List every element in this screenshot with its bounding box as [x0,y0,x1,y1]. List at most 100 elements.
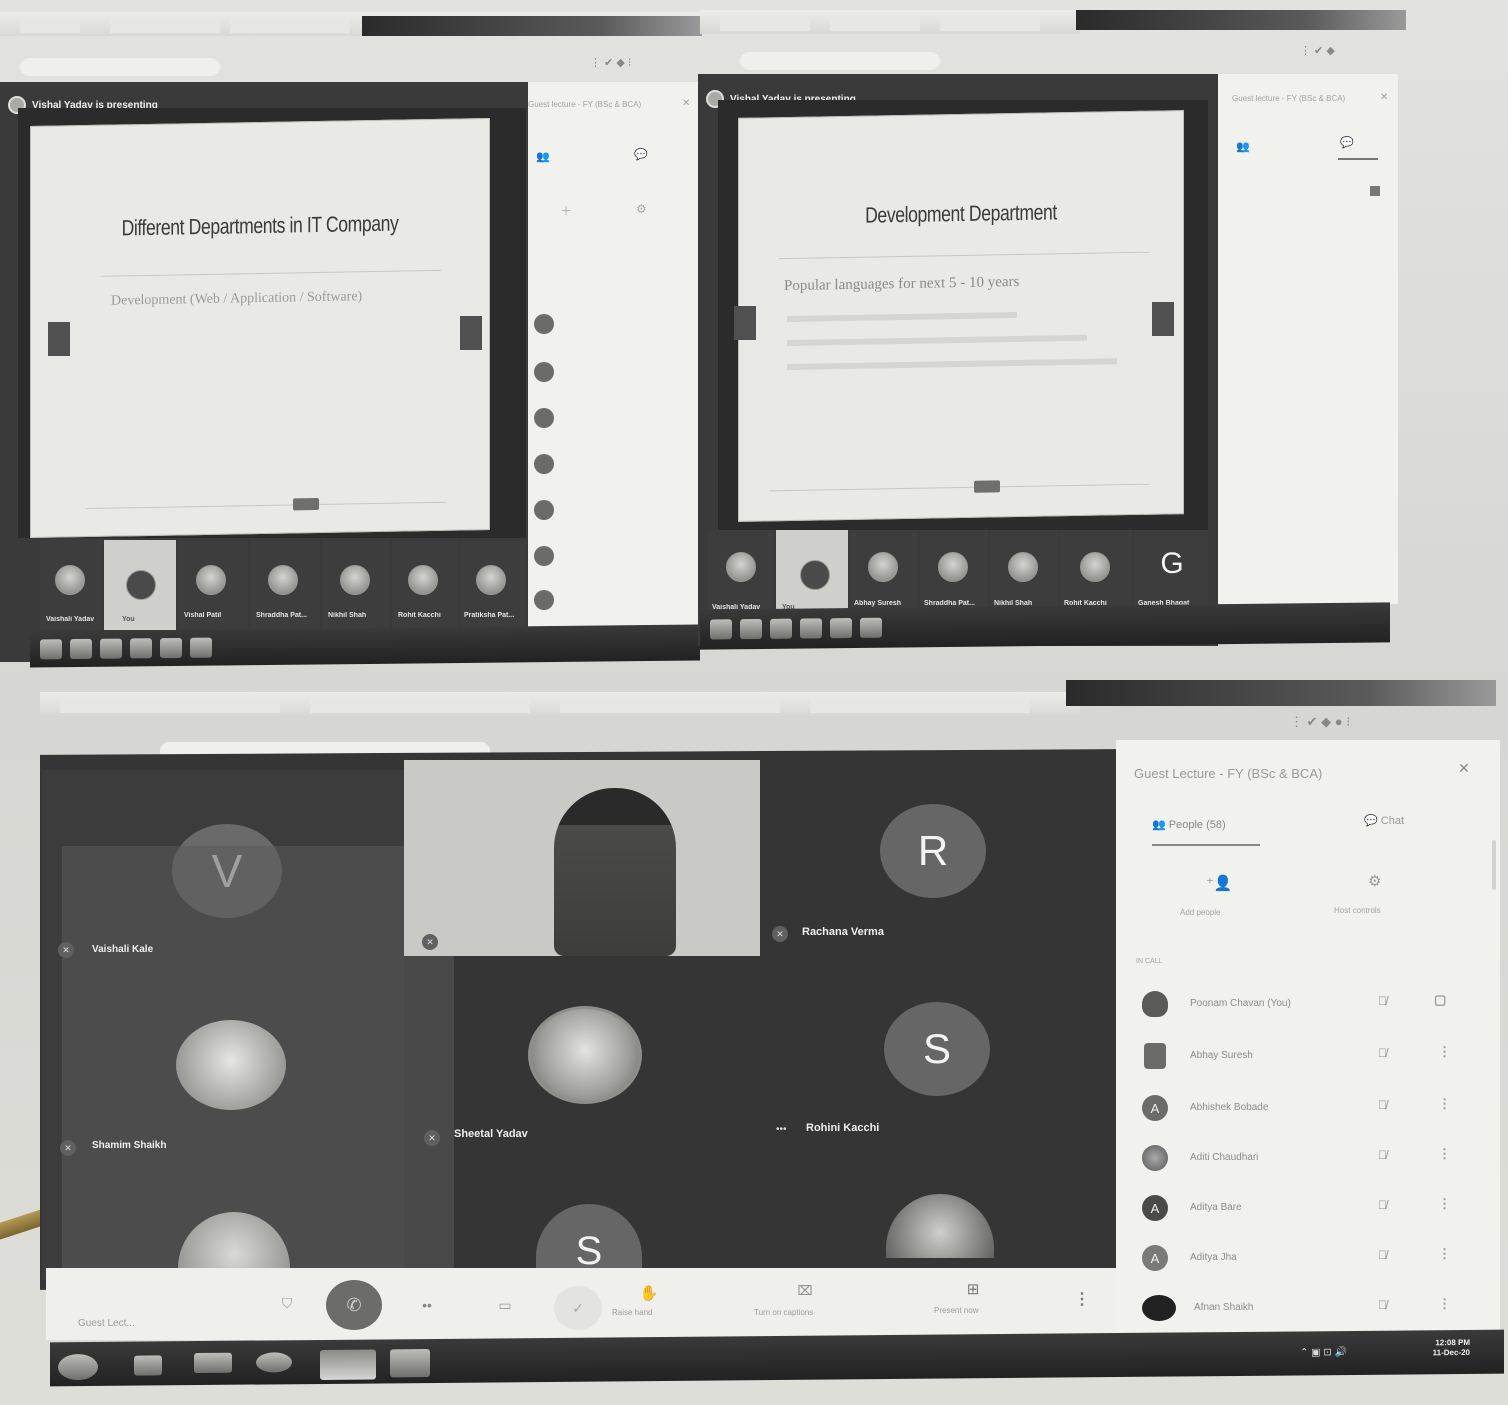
raise-hand-icon[interactable]: ✋ [636,1280,662,1306]
more-options-icon[interactable]: ⋮ [1438,1096,1451,1112]
browser-tab[interactable] [720,15,810,31]
chat-tab-icon[interactable]: 💬 [1340,136,1354,149]
task-view-icon[interactable] [134,1355,162,1376]
self-tile[interactable]: You [776,530,848,620]
more-options-icon[interactable]: ⋮ [1438,1044,1451,1060]
participant-tile[interactable]: Vaishali Yadav [708,530,774,620]
browser-tab[interactable] [940,15,1040,31]
chrome-icon[interactable] [160,637,182,659]
browser-tab[interactable] [810,697,1030,713]
speaker-video[interactable]: ✕ [404,760,760,956]
more-options-icon[interactable]: ⋮ [1438,1146,1451,1162]
host-controls-icon[interactable]: ⚙ [1368,872,1381,890]
chrome-icon[interactable] [320,1349,376,1380]
self-tile[interactable]: You [104,540,176,630]
browser-tab[interactable] [110,17,220,33]
clock[interactable]: 12:08 PM 11-Dec-20 [1410,1338,1470,1359]
active-tab[interactable] [362,16,702,36]
more-options-icon[interactable]: ⋮ [1438,1196,1451,1212]
host-controls-icon[interactable]: ⚙ [636,202,647,216]
edge-icon[interactable] [256,1352,292,1373]
more-options-icon[interactable]: ••• [776,1124,787,1135]
browser-tab[interactable] [60,697,280,713]
participant-tile[interactable]: Pratiksha Pat... [460,540,526,630]
present-icon[interactable]: ⊞ [960,1276,986,1302]
mic-off-icon[interactable]: 🎙̸ [1378,994,1387,1008]
prev-slide-button[interactable] [734,306,756,340]
more-options-icon[interactable]: ⋮ [1072,1286,1092,1312]
slide-control-button[interactable] [974,480,1000,493]
taskbar-app-icon[interactable] [390,1349,430,1378]
more-options-icon[interactable]: ⋮ [1438,1296,1451,1312]
chrome-icon[interactable] [830,618,852,639]
taskbar-app-icon[interactable] [770,618,792,639]
close-icon[interactable]: ✕ [682,98,690,109]
mic-off-icon[interactable]: 🎙̸ [1378,1148,1387,1162]
pin-icon[interactable]: ▢ [1434,992,1446,1008]
start-button-icon[interactable] [58,1353,98,1381]
next-slide-button[interactable] [1152,302,1174,336]
present-label[interactable]: Present now [934,1306,978,1315]
close-icon[interactable]: ✕ [1380,92,1388,103]
browser-actions-icon[interactable]: ⋮ ✔ ◆ ⁝ [590,56,631,69]
people-tab[interactable]: 👥 People (58) [1152,818,1226,831]
slide-control-button[interactable] [293,497,319,511]
participant-row[interactable]: A Aditya Bare 🎙̸ ⋮ [1116,1190,1500,1230]
participant-row[interactable]: A Aditya Jha 🎙̸ ⋮ [1116,1240,1500,1280]
prev-slide-button[interactable] [48,322,70,356]
mic-off-icon[interactable]: 🎙̸ [1378,1198,1387,1212]
people-tab-icon[interactable]: 👥 [536,150,550,163]
participant-tile[interactable]: Shraddha Pat... [250,540,320,630]
active-tab[interactable] [1076,10,1406,30]
meeting-code[interactable]: Guest Lect... [78,1318,135,1329]
taskbar-app-icon[interactable] [100,638,122,659]
browser-tab[interactable] [830,15,920,31]
taskbar-app-icon[interactable] [190,637,212,658]
close-icon[interactable]: ✕ [1458,760,1470,777]
start-button-icon[interactable] [40,639,62,660]
participant-row[interactable]: Poonam Chavan (You) 🎙̸ ▢ [1116,986,1500,1026]
mic-off-icon[interactable]: 🎙̸ [1378,1298,1387,1312]
toggle-icon[interactable] [1370,186,1380,196]
participant-tile[interactable]: Rohit Kacchi [392,540,458,630]
taskbar-app-icon[interactable] [860,617,882,638]
raise-hand-label[interactable]: Raise hand [612,1308,652,1317]
address-bar[interactable] [740,52,940,70]
browser-tab[interactable] [560,697,780,713]
people-tab-icon[interactable]: 👥 [1236,140,1250,153]
participant-tile[interactable]: Nikhil Shah [322,540,390,630]
participant-tile[interactable]: Vishal Patil [178,540,248,630]
mic-off-icon[interactable]: 🎙̸ [1378,1046,1387,1060]
edge-icon[interactable] [130,638,152,659]
scrollbar[interactable] [1492,840,1496,890]
file-explorer-icon[interactable] [194,1352,232,1374]
mic-off-icon[interactable]: 🎙̸ [1378,1098,1387,1112]
system-tray-icons[interactable]: ⌃ ▣ ⊡ 🔊 [1300,1347,1347,1358]
more-options-icon[interactable]: ⋮ [1438,1246,1451,1262]
taskbar-app-icon[interactable] [70,638,92,660]
participant-row[interactable]: Afnan Shaikh 🎙̸ ⋮ [1116,1290,1500,1330]
shield-icon[interactable]: ⛉ [274,1290,300,1316]
mic-off-icon[interactable]: 🎙̸ [1378,1248,1387,1262]
participant-row[interactable]: Aditi Chaudhari 🎙̸ ⋮ [1116,1140,1500,1180]
browser-tab[interactable] [230,17,350,33]
add-people-icon[interactable]: ＋ [560,202,572,219]
chat-tab-icon[interactable]: 💬 [634,148,648,161]
captions-icon[interactable]: ⌧ [792,1278,818,1304]
browser-actions-icon[interactable]: ⋮ ✔ ◆ [1300,44,1335,57]
more-icon[interactable]: •• [412,1290,442,1320]
browser-tab[interactable] [310,697,530,713]
mic-button[interactable]: ✓ [554,1286,602,1330]
camera-icon[interactable]: ▭ [490,1290,520,1320]
end-call-button[interactable]: ✆ [326,1280,382,1330]
add-people-label[interactable]: Add people [1180,908,1220,917]
chat-tab[interactable]: 💬 Chat [1364,814,1404,827]
captions-label[interactable]: Turn on captions [754,1308,813,1317]
edge-icon[interactable] [800,618,822,639]
add-people-icon[interactable]: ⁺👤 [1206,874,1233,892]
start-button-icon[interactable] [710,619,732,640]
participant-row[interactable]: Abhay Suresh 🎙̸ ⋮ [1116,1038,1500,1078]
active-tab[interactable] [1066,680,1496,706]
participant-row[interactable]: A Abhishek Bobade 🎙̸ ⋮ [1116,1090,1500,1130]
taskbar-app-icon[interactable] [740,618,762,640]
